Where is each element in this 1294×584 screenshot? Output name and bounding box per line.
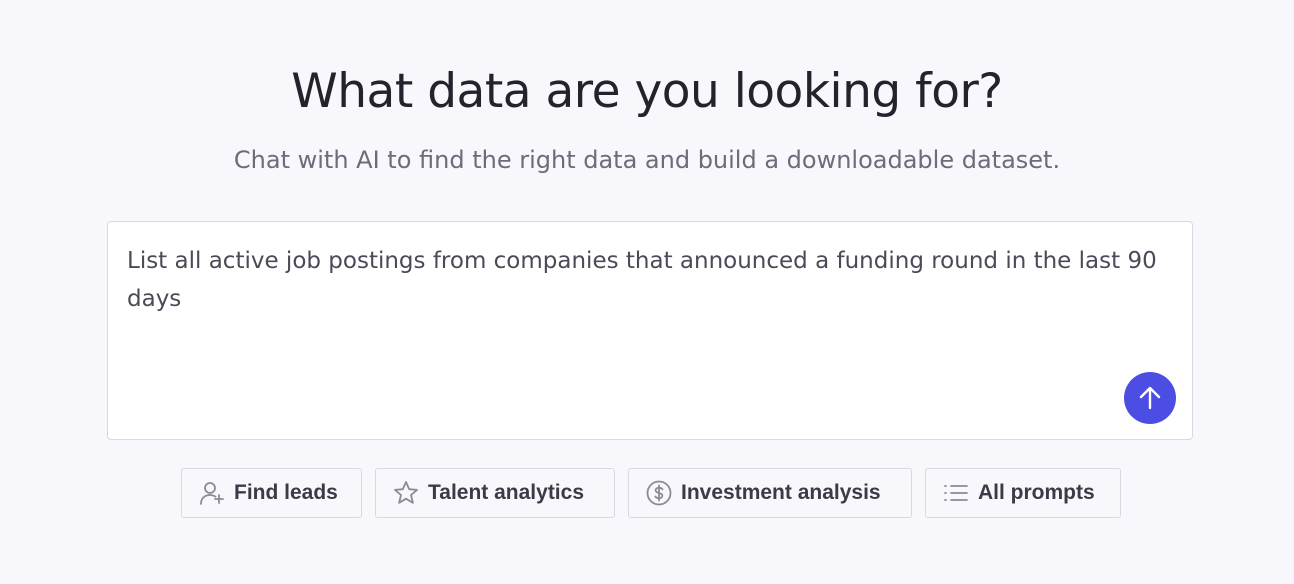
chip-label: All prompts: [978, 481, 1095, 504]
chip-label: Talent analytics: [428, 481, 585, 504]
prompt-input-box[interactable]: List all active job postings from compan…: [107, 221, 1193, 440]
chip-label: Investment analysis: [681, 481, 881, 504]
suggestion-chips: Find leads Talent analytics Investment a…: [0, 468, 1294, 518]
chip-talent-analytics[interactable]: Talent analytics: [375, 468, 615, 518]
page-subtitle: Chat with AI to find the right data and …: [233, 146, 1061, 174]
chip-find-leads[interactable]: Find leads: [181, 468, 362, 518]
star-icon: [392, 479, 420, 507]
chip-all-prompts[interactable]: All prompts: [925, 468, 1121, 518]
add-user-icon: [198, 479, 226, 507]
arrow-up-icon: [1139, 386, 1161, 410]
dollar-circle-icon: [645, 479, 673, 507]
chip-investment-analysis[interactable]: Investment analysis: [628, 468, 912, 518]
prompt-input-text[interactable]: List all active job postings from compan…: [127, 242, 1157, 318]
page-title: What data are you looking for?: [291, 64, 1003, 119]
list-icon: [942, 479, 970, 507]
send-button[interactable]: [1124, 372, 1176, 424]
chip-label: Find leads: [234, 481, 338, 504]
